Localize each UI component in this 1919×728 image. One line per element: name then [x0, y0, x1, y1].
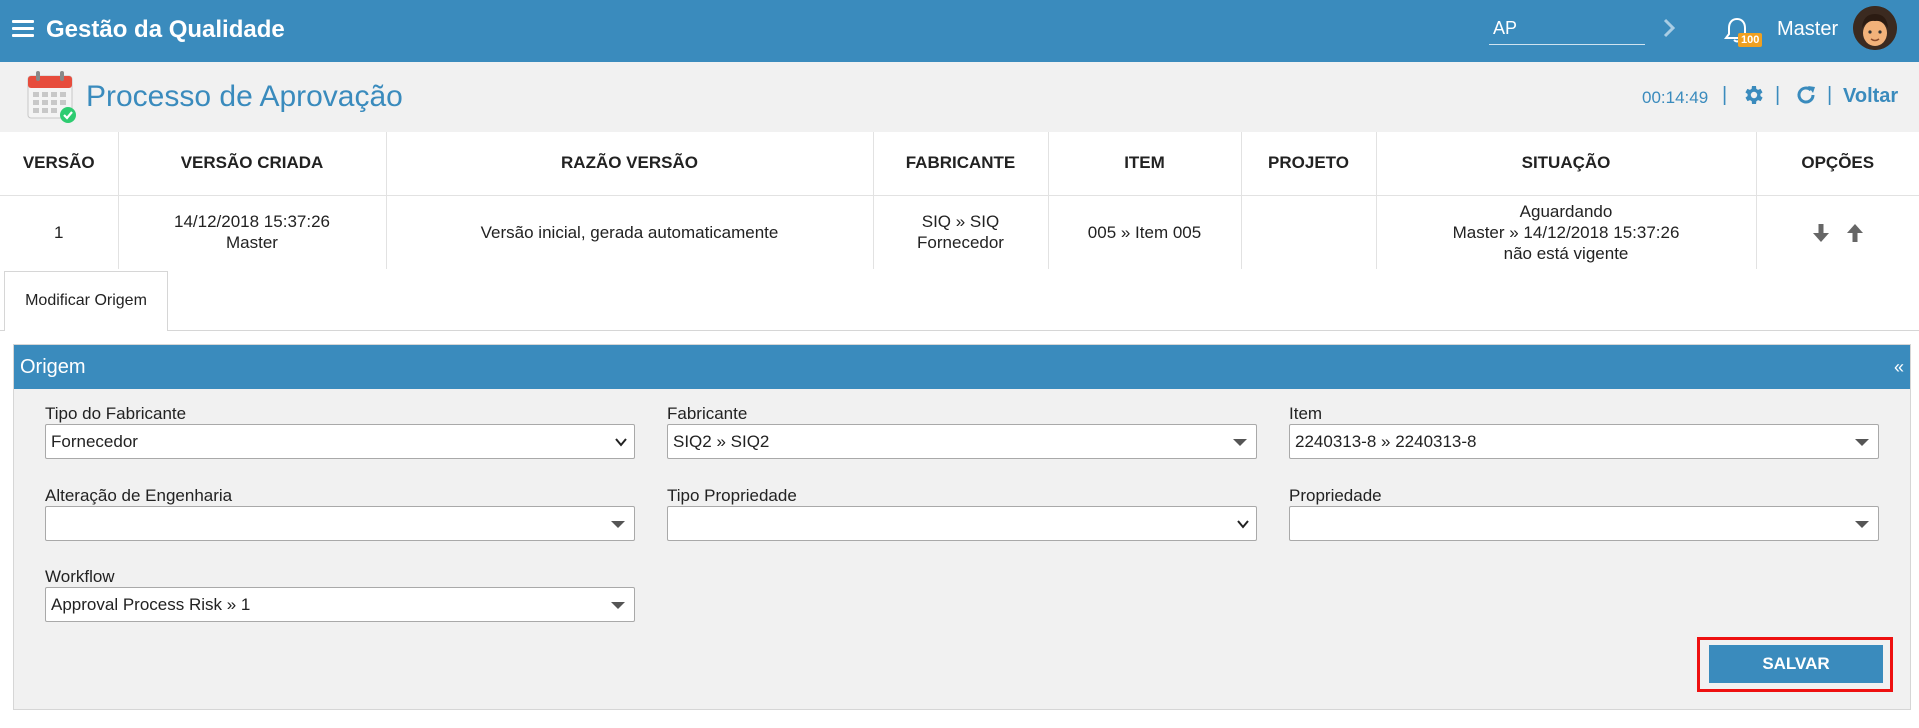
collapse-toggle[interactable]: « [1894, 357, 1904, 378]
tab-divider [0, 330, 1919, 331]
select-value: 2240313-8 » 2240313-8 [1295, 432, 1477, 451]
column-header: OPÇÕES [1756, 132, 1919, 196]
hamburger-icon[interactable] [12, 20, 34, 38]
divider: | [1775, 84, 1781, 106]
caret-down-icon [611, 602, 625, 609]
field-label: Tipo Propriedade [667, 486, 797, 505]
cell-razao: Versão inicial, gerada automaticamente [386, 195, 874, 269]
column-header[interactable]: RAZÃO VERSÃO [386, 132, 874, 196]
calendar-check-icon [27, 71, 76, 123]
back-link[interactable]: Voltar [1843, 85, 1898, 108]
app-title: Gestão da Qualidade [46, 16, 285, 43]
cell-projeto [1241, 195, 1377, 269]
notification-badge: 100 [1738, 33, 1763, 47]
arrow-up-icon[interactable] [1844, 222, 1866, 244]
chevron-down-icon [1237, 520, 1249, 529]
refresh-icon[interactable] [1794, 83, 1818, 107]
fabricante-line-1: SIQ » SIQ [921, 212, 1000, 232]
cell-opcoes [1756, 195, 1919, 269]
propriedade-select[interactable] [1289, 506, 1879, 541]
session-timer: 00:14:49 [1642, 88, 1709, 107]
cell-situacao: Aguardando Master » 14/12/2018 15:37:26 … [1376, 195, 1757, 269]
column-header[interactable]: FABRICANTE [873, 132, 1049, 196]
divider: | [1827, 84, 1833, 106]
chevron-down-icon [615, 438, 627, 447]
chevron-right-icon[interactable] [1660, 14, 1680, 42]
panel-title: Origem [20, 356, 86, 378]
page-header: Processo de Aprovação 00:14:49 | | | Vol… [0, 62, 1919, 132]
created-date: 14/12/2018 15:37:26 [174, 212, 330, 232]
select-value: Fornecedor [51, 432, 138, 451]
arrow-down-icon[interactable] [1810, 222, 1832, 244]
caret-down-icon [1855, 439, 1869, 446]
save-button[interactable]: SALVAR [1709, 645, 1883, 683]
divider: | [1722, 84, 1728, 106]
caret-down-icon [1233, 439, 1247, 446]
workflow-select[interactable]: Approval Process Risk » 1 [45, 587, 635, 622]
field-label: Propriedade [1289, 486, 1382, 505]
page-title: Processo de Aprovação [86, 80, 403, 113]
cell-item: 005 » Item 005 [1048, 195, 1242, 269]
field-label: Fabricante [667, 404, 748, 423]
table-header-row: VERSÃO VERSÃO CRIADA RAZÃO VERSÃO FABRIC… [0, 132, 1919, 196]
situacao-status: Aguardando [1519, 201, 1613, 221]
situacao-detail: Master » 14/12/2018 15:37:26 [1452, 222, 1680, 242]
alteracao-engenharia-select[interactable] [45, 506, 635, 541]
search-input[interactable] [1489, 13, 1645, 45]
column-header[interactable]: ITEM [1048, 132, 1242, 196]
situacao-vigencia: não está vigente [1503, 243, 1629, 263]
user-name[interactable]: Master [1777, 18, 1838, 41]
cell-fabricante: SIQ » SIQ Fornecedor [873, 195, 1049, 269]
panel-header: Origem « [14, 345, 1910, 389]
top-bar: Gestão da Qualidade 100 Master [0, 0, 1919, 62]
cell-versao: 1 [0, 195, 119, 269]
origem-panel: Origem « Tipo do Fabricante Fornecedor F… [13, 344, 1911, 710]
column-header[interactable]: VERSÃO [0, 132, 119, 196]
caret-down-icon [611, 521, 625, 528]
cell-versao-criada: 14/12/2018 15:37:26 Master [118, 195, 387, 269]
field-label: Alteração de Engenharia [45, 486, 233, 505]
item-select[interactable]: 2240313-8 » 2240313-8 [1289, 424, 1879, 459]
field-label: Tipo do Fabricante [45, 404, 187, 423]
created-user: Master [226, 233, 278, 253]
fabricante-line-2: Fornecedor [917, 233, 1004, 253]
column-header[interactable]: PROJETO [1241, 132, 1377, 196]
caret-down-icon [1855, 521, 1869, 528]
select-value: Approval Process Risk » 1 [51, 595, 251, 614]
fabricante-select[interactable]: SIQ2 » SIQ2 [667, 424, 1257, 459]
tab-modificar-origem[interactable]: Modificar Origem [4, 271, 168, 331]
field-label: Item [1289, 404, 1323, 423]
avatar[interactable] [1853, 6, 1897, 50]
column-header[interactable]: SITUAÇÃO [1376, 132, 1757, 196]
tipo-propriedade-select[interactable] [667, 506, 1257, 541]
table-row[interactable]: 1 14/12/2018 15:37:26 Master Versão inic… [0, 195, 1919, 269]
tipo-fabricante-select[interactable]: Fornecedor [45, 424, 635, 459]
versions-table: VERSÃO VERSÃO CRIADA RAZÃO VERSÃO FABRIC… [0, 132, 1919, 269]
select-value: SIQ2 » SIQ2 [673, 432, 770, 451]
field-label: Workflow [45, 567, 115, 586]
column-header[interactable]: VERSÃO CRIADA [118, 132, 387, 196]
gear-icon[interactable] [1741, 83, 1765, 107]
